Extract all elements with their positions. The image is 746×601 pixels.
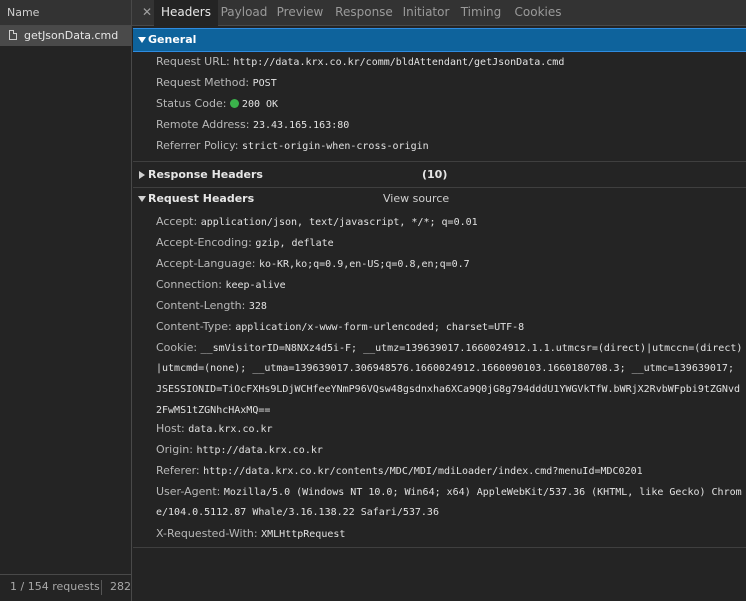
document-icon xyxy=(9,30,17,40)
request-headers-title: Request Headers xyxy=(148,192,255,205)
user-agent-value-continued: e/104.0.5112.87 Whale/3.16.138.22 Safari… xyxy=(156,507,439,518)
response-headers-title: Response Headers xyxy=(148,168,263,181)
header-value: ko-KR,ko;q=0.9,en-US;q=0.8,en;q=0.7 xyxy=(258,259,470,270)
tab-timing[interactable]: Timing xyxy=(460,0,502,25)
response-headers-count: (10) xyxy=(422,168,448,181)
tab-preview[interactable]: Preview xyxy=(274,0,326,25)
general-section-header[interactable]: General xyxy=(133,28,746,52)
request-header-content-type: Content-Type: application/x-www-form-url… xyxy=(156,316,744,338)
tab-response[interactable]: Response xyxy=(332,0,396,25)
header-value: Mozilla/5.0 (Windows NT 10.0; Win64; x64… xyxy=(223,487,742,498)
request-count: 1 / 154 requests xyxy=(10,580,100,593)
close-icon[interactable]: ✕ xyxy=(140,4,154,20)
header-value: XMLHttpRequest xyxy=(261,529,346,540)
request-header-accept-encoding: Accept-Encoding: gzip, deflate xyxy=(156,232,744,254)
request-name: getJsonData.cmd xyxy=(24,29,119,42)
request-header-connection: Connection: keep-alive xyxy=(156,274,744,296)
header-key: Accept: xyxy=(156,215,198,228)
general-title: General xyxy=(148,33,197,46)
header-key: Remote Address: xyxy=(156,118,250,131)
header-value: keep-alive xyxy=(225,280,286,291)
header-key: Referer: xyxy=(156,464,200,477)
header-key: Accept-Encoding: xyxy=(156,236,252,249)
section-divider xyxy=(133,161,746,162)
header-key: Origin: xyxy=(156,443,193,456)
general-row-request-method: Request Method: POST xyxy=(156,72,744,94)
tab-headers[interactable]: Headers xyxy=(154,0,218,26)
header-value: application/json, text/javascript, */*; … xyxy=(200,217,478,228)
request-header-accept: Accept: application/json, text/javascrip… xyxy=(156,211,744,233)
general-row-request-url: Request URL: http://data.krx.co.kr/comm/… xyxy=(156,51,744,73)
request-header-accept-language: Accept-Language: ko-KR,ko;q=0.9,en-US;q=… xyxy=(156,253,744,275)
general-row-remote-address: Remote Address: 23.43.165.163:80 xyxy=(156,114,744,136)
request-header-x-requested-with: X-Requested-With: XMLHttpRequest xyxy=(156,523,744,545)
header-key: Cookie: xyxy=(156,341,198,354)
section-divider xyxy=(133,547,746,548)
cookie-value-continued: JSESSIONID=TiOcFXHs9LDjWCHfeeYNmP96VQsw4… xyxy=(156,384,740,395)
request-list-panel: Name getJsonData.cmd 1 / 154 requests 28… xyxy=(0,0,132,601)
header-value: gzip, deflate xyxy=(255,238,334,249)
headers-content: General Request URL: http://data.krx.co.… xyxy=(133,26,746,601)
general-row-referrer-policy: Referrer Policy: strict-origin-when-cros… xyxy=(156,135,744,157)
header-value: http://data.krx.co.kr/comm/bldAttendant/… xyxy=(233,57,565,68)
status-ok-icon xyxy=(229,99,239,108)
response-headers-section-header[interactable]: Response Headers (10) xyxy=(133,163,746,187)
request-header-content-length: Content-Length: 328 xyxy=(156,295,744,317)
general-row-status-code: Status Code: 200 OK xyxy=(156,93,744,115)
header-value: data.krx.co.kr xyxy=(188,424,273,435)
request-row-getjsondata[interactable]: getJsonData.cmd xyxy=(0,26,131,46)
tab-payload[interactable]: Payload xyxy=(218,0,270,25)
header-value: 328 xyxy=(248,301,267,312)
header-key: Request Method: xyxy=(156,76,250,89)
header-value: __smVisitorID=N8NXz4d5i-F; __utmz=139639… xyxy=(200,343,743,354)
footer-separator xyxy=(101,580,102,595)
header-key: Host: xyxy=(156,422,185,435)
request-header-referer: Referer: http://data.krx.co.kr/contents/… xyxy=(156,460,744,482)
header-value: 200 OK xyxy=(241,99,279,110)
detail-tabbar: ✕ Headers Payload Preview Response Initi… xyxy=(132,0,746,26)
header-value: http://data.krx.co.kr xyxy=(196,445,323,456)
request-header-user-agent: User-Agent: Mozilla/5.0 (Windows NT 10.0… xyxy=(156,481,744,503)
request-header-cookie: Cookie: __smVisitorID=N8NXz4d5i-F; __utm… xyxy=(156,337,744,359)
header-value: strict-origin-when-cross-origin xyxy=(242,141,429,152)
header-value: POST xyxy=(252,78,277,89)
header-key: User-Agent: xyxy=(156,485,221,498)
request-list-footer: 1 / 154 requests 282 xyxy=(0,574,131,601)
header-key: Referrer Policy: xyxy=(156,139,239,152)
tab-cookies[interactable]: Cookies xyxy=(514,0,562,25)
tab-initiator[interactable]: Initiator xyxy=(400,0,452,25)
request-header-origin: Origin: http://data.krx.co.kr xyxy=(156,439,744,461)
collapsed-triangle-icon xyxy=(139,171,145,179)
header-key: Request URL: xyxy=(156,55,230,68)
devtools-network-panel: Name getJsonData.cmd 1 / 154 requests 28… xyxy=(0,0,746,601)
header-value: http://data.krx.co.kr/contents/MDC/MDI/m… xyxy=(203,466,643,477)
request-headers-section-header[interactable]: Request Headers View source xyxy=(133,187,746,211)
header-key: Content-Type: xyxy=(156,320,232,333)
name-column-header[interactable]: Name xyxy=(0,0,131,26)
header-key: Content-Length: xyxy=(156,299,246,312)
header-key: X-Requested-With: xyxy=(156,527,258,540)
header-key: Connection: xyxy=(156,278,222,291)
header-key: Status Code: xyxy=(156,97,227,110)
header-key: Accept-Language: xyxy=(156,257,256,270)
transfer-size: 282 xyxy=(110,580,131,593)
expanded-triangle-icon xyxy=(138,196,146,202)
cookie-value-continued: |utmcmd=(none); __utma=139639017.3069485… xyxy=(156,363,734,374)
header-value: 23.43.165.163:80 xyxy=(252,120,350,131)
request-header-host: Host: data.krx.co.kr xyxy=(156,418,744,440)
view-source-link[interactable]: View source xyxy=(383,187,449,211)
header-value: application/x-www-form-urlencoded; chars… xyxy=(235,322,525,333)
expanded-triangle-icon xyxy=(138,37,146,43)
